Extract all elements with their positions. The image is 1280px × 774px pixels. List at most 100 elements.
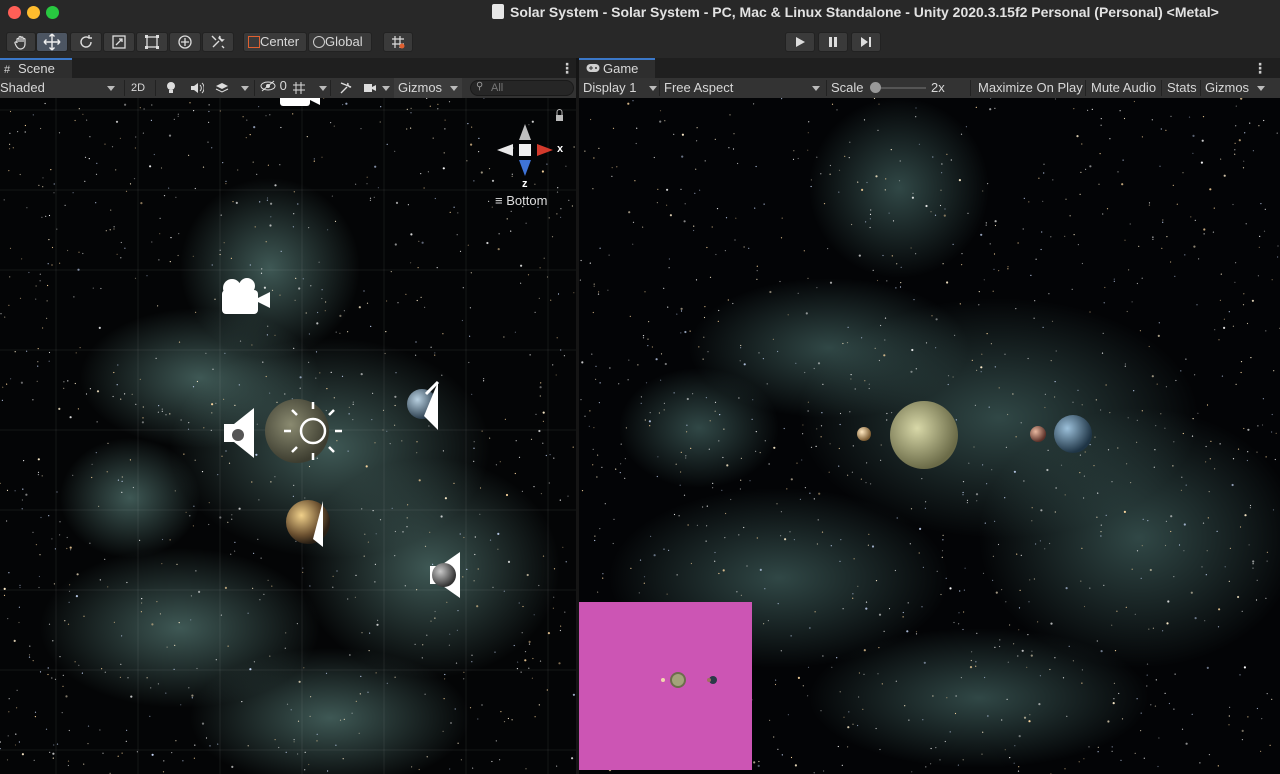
star — [293, 213, 295, 215]
star — [274, 476, 276, 478]
star — [963, 611, 965, 613]
effects-dropdown[interactable] — [215, 78, 249, 98]
star — [817, 362, 821, 365]
star — [37, 361, 39, 363]
star — [837, 745, 839, 748]
star — [37, 365, 39, 367]
star — [110, 209, 112, 211]
close-window-button[interactable] — [8, 6, 21, 19]
star — [251, 344, 253, 346]
star — [106, 471, 108, 473]
star — [971, 651, 973, 653]
play-button[interactable] — [785, 32, 815, 52]
scene-camera-dropdown[interactable] — [363, 78, 390, 98]
toggle-2d-button[interactable]: 2D — [131, 78, 149, 98]
star — [894, 569, 896, 572]
gizmos-dropdown[interactable]: Gizmos — [394, 78, 462, 98]
star — [838, 465, 840, 467]
mute-audio-toggle[interactable]: Mute Audio — [1091, 78, 1156, 98]
move-tool-button[interactable] — [36, 32, 68, 52]
rotate-tool-button[interactable] — [70, 32, 102, 52]
step-button[interactable] — [851, 32, 881, 52]
display-dropdown[interactable]: Display 1 — [583, 78, 659, 98]
tab-game[interactable]: Game — [579, 58, 655, 78]
star — [807, 277, 809, 279]
game-more-menu-icon[interactable]: ⋮ — [1253, 60, 1267, 77]
star — [560, 216, 562, 218]
star — [332, 586, 334, 588]
star — [22, 488, 24, 490]
scale-tool-button[interactable] — [103, 32, 135, 52]
star — [330, 122, 332, 124]
pause-button[interactable] — [818, 32, 848, 52]
game-gizmos-dropdown[interactable]: Gizmos — [1205, 78, 1280, 98]
scale-slider-thumb[interactable] — [870, 82, 881, 93]
grid-settings-dropdown[interactable] — [292, 78, 327, 98]
star — [326, 388, 328, 390]
scene-tools-button[interactable] — [339, 78, 353, 98]
star — [1113, 682, 1115, 685]
star — [599, 528, 601, 530]
maximize-on-play-toggle[interactable]: Maximize On Play — [978, 78, 1083, 98]
star — [1112, 702, 1115, 705]
grid-snap-button[interactable] — [383, 32, 413, 52]
scene-search-input[interactable]: ⚲ All — [470, 80, 574, 96]
star — [1196, 304, 1198, 306]
star — [900, 266, 902, 268]
separator — [1085, 80, 1086, 96]
pivot-mode-toggle[interactable]: Center — [243, 32, 307, 52]
lock-icon[interactable] — [556, 115, 563, 121]
star — [686, 431, 688, 433]
star — [1073, 108, 1075, 110]
star — [343, 718, 345, 721]
star — [1202, 522, 1205, 524]
star — [858, 696, 860, 698]
star — [1154, 705, 1156, 707]
star — [1216, 530, 1218, 532]
star — [592, 464, 594, 466]
star — [1054, 396, 1056, 398]
star — [1206, 404, 1209, 406]
star — [589, 410, 591, 412]
star — [1234, 153, 1236, 155]
orientation-gizmo[interactable] — [497, 124, 553, 176]
aspect-dropdown[interactable]: Free Aspect — [664, 78, 824, 98]
star — [437, 108, 439, 110]
shading-mode-dropdown[interactable]: Shaded — [0, 78, 118, 98]
lighting-toggle[interactable] — [165, 78, 177, 98]
sun-sphere[interactable] — [265, 399, 329, 463]
stats-toggle[interactable]: Stats — [1167, 78, 1197, 98]
view-orientation-label[interactable]: ≡ Bottom — [495, 193, 547, 208]
minimize-window-button[interactable] — [27, 6, 40, 19]
scene-canvas[interactable] — [0, 98, 576, 774]
star — [786, 488, 788, 490]
scene-more-menu-icon[interactable]: ⋮ — [560, 60, 574, 77]
star — [84, 156, 87, 158]
star — [47, 667, 49, 669]
zoom-window-button[interactable] — [46, 6, 59, 19]
star — [371, 419, 373, 421]
star — [8, 572, 10, 574]
custom-tool-button[interactable] — [202, 32, 234, 52]
star — [1168, 702, 1170, 705]
scene-viewport[interactable]: x z ≡ Bottom — [0, 98, 576, 774]
rect-tool-button[interactable] — [136, 32, 168, 52]
star — [823, 770, 825, 772]
tab-scene[interactable]: # Scene — [0, 58, 72, 78]
star — [1269, 744, 1271, 746]
scene-visibility-toggle[interactable]: 0 — [260, 78, 287, 98]
star — [968, 462, 970, 464]
star — [847, 326, 849, 328]
pivot-rotation-toggle[interactable]: Global — [308, 32, 372, 52]
star — [883, 630, 885, 633]
transform-tool-button[interactable] — [169, 32, 201, 52]
star — [418, 768, 420, 771]
star — [1064, 494, 1066, 496]
star — [675, 463, 677, 465]
hand-tool-button[interactable] — [6, 32, 36, 52]
star — [201, 722, 205, 725]
chevron-down-icon — [1257, 86, 1265, 91]
star — [1089, 311, 1091, 313]
camera-gizmo-icon[interactable] — [280, 98, 320, 106]
audio-toggle[interactable] — [190, 78, 205, 98]
